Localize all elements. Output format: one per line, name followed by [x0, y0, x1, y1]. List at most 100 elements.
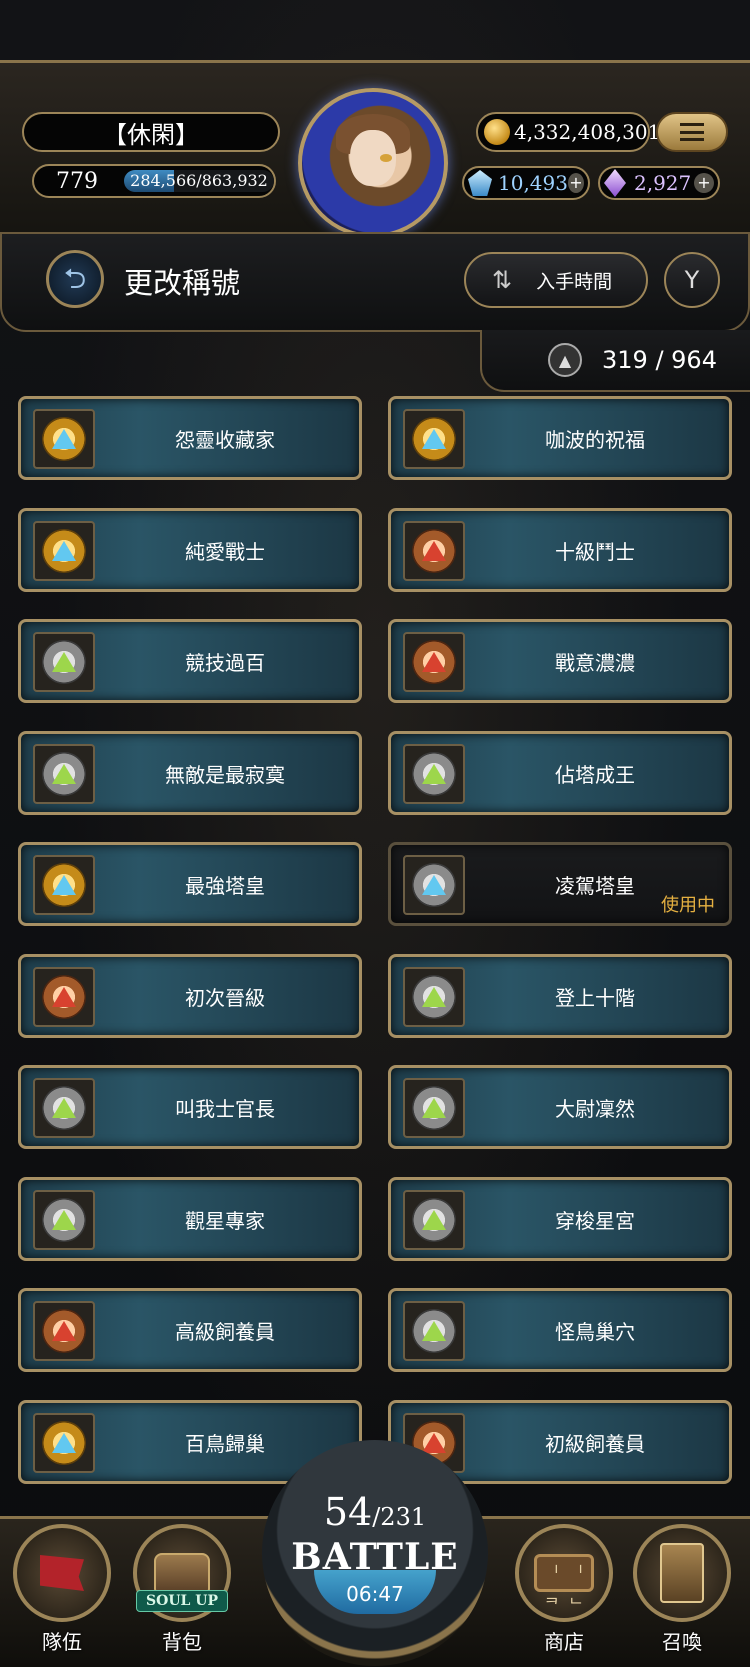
gold-amount: 4,332,408,301	[514, 120, 661, 144]
title-name: 純愛戰士	[185, 539, 265, 564]
soul-up-badge: SOUL UP	[136, 1590, 228, 1612]
team-button[interactable]	[13, 1524, 111, 1622]
title-card[interactable]: 登上十階	[388, 954, 732, 1038]
gold-emblem-icon	[42, 529, 86, 573]
title-name: 穿梭星宮	[555, 1208, 635, 1233]
title-card[interactable]: 穿梭星宮	[388, 1177, 732, 1261]
blue-triangle-gem-icon	[52, 429, 76, 449]
title-badge	[403, 521, 465, 581]
green-triangle-gem-icon	[422, 987, 446, 1007]
shop-button[interactable]: ᅵ ᅵ ᄏ ᄂ	[515, 1524, 613, 1622]
filter-icon: Y	[684, 266, 700, 294]
title-card[interactable]: 叫我士官長	[18, 1065, 362, 1149]
in-use-label: 使用中	[661, 895, 715, 916]
title-name: 咖波的祝福	[545, 427, 645, 452]
silver-emblem-icon	[42, 640, 86, 684]
red-triangle-gem-icon	[422, 1433, 446, 1453]
crystal-icon	[604, 169, 626, 197]
title-name: 無敵是最寂寞	[165, 762, 285, 787]
title-card[interactable]: 佔塔成王	[388, 731, 732, 815]
player-name: 【休閑】	[22, 112, 280, 152]
title-badge	[33, 855, 95, 915]
bronze-emblem-icon	[42, 1309, 86, 1353]
nav-team[interactable]: 隊伍	[8, 1524, 116, 1664]
title-card[interactable]: 觀星專家	[18, 1177, 362, 1261]
green-triangle-gem-icon	[52, 764, 76, 784]
gold-emblem-icon	[42, 1421, 86, 1465]
gem-counter[interactable]: 10,493 +	[462, 166, 590, 200]
title-emblem-icon: ▲	[548, 343, 582, 377]
gold-emblem-icon	[412, 417, 456, 461]
crystal-amount: 2,927	[634, 171, 692, 195]
title-name: 最強塔皇	[185, 873, 265, 898]
silver-emblem-icon	[412, 752, 456, 796]
title-card[interactable]: 十級鬥士	[388, 508, 732, 592]
hamburger-icon	[680, 123, 704, 141]
crystal-counter[interactable]: 2,927 +	[598, 166, 720, 200]
title-card[interactable]: 純愛戰士	[18, 508, 362, 592]
title-card[interactable]: 初次晉級	[18, 954, 362, 1038]
gold-counter: 4,332,408,301	[476, 112, 660, 152]
plus-icon[interactable]: +	[694, 173, 714, 193]
title-badge	[403, 967, 465, 1027]
gold-emblem-icon	[42, 417, 86, 461]
menu-button[interactable]	[656, 112, 728, 152]
blue-triangle-gem-icon	[52, 875, 76, 895]
stamina-max: /231	[372, 1503, 427, 1531]
nav-team-label: 隊伍	[42, 1630, 82, 1654]
silver-emblem-icon	[412, 863, 456, 907]
gem-amount: 10,493	[498, 171, 568, 195]
title-card[interactable]: 咖波的祝福	[388, 396, 732, 480]
title-name: 觀星專家	[185, 1208, 265, 1233]
nav-shop-label: 商店	[544, 1630, 584, 1654]
title-badge	[33, 1301, 95, 1361]
title-badge	[403, 1301, 465, 1361]
silver-emblem-icon	[412, 975, 456, 1019]
title-badge	[33, 632, 95, 692]
page-title: 更改稱號	[124, 266, 241, 300]
green-triangle-gem-icon	[52, 652, 76, 672]
title-card[interactable]: 戰意濃濃	[388, 619, 732, 703]
filter-button[interactable]: Y	[664, 252, 720, 308]
battle-button[interactable]: 54/231 BATTLE 06:47	[262, 1440, 488, 1666]
title-badge	[403, 1190, 465, 1250]
nav-bag[interactable]: SOUL UP 背包	[128, 1524, 236, 1664]
summon-button[interactable]	[633, 1524, 731, 1622]
title-count: ▲ 319 / 964	[480, 330, 750, 392]
title-card[interactable]: 大尉凜然	[388, 1065, 732, 1149]
title-card[interactable]: 凌駕塔皇 使用中	[388, 842, 732, 926]
back-button[interactable]: ⮌	[46, 250, 104, 308]
nav-summon-label: 召喚	[662, 1630, 702, 1654]
title-badge	[33, 521, 95, 581]
bronze-emblem-icon	[42, 975, 86, 1019]
title-badge	[33, 409, 95, 469]
red-triangle-gem-icon	[422, 541, 446, 561]
flag-icon	[40, 1555, 84, 1591]
player-level: 779	[56, 168, 98, 194]
title-card[interactable]: 最強塔皇	[18, 842, 362, 926]
title-badge	[403, 855, 465, 915]
player-avatar[interactable]	[298, 88, 448, 238]
sort-button[interactable]: ⇅ 入手時間	[464, 252, 648, 308]
level-exp-bar: 779 284,566/863,932	[32, 164, 276, 198]
stamina-display: 54/231	[262, 1490, 488, 1534]
green-triangle-gem-icon	[52, 1210, 76, 1230]
title-card[interactable]: 怨靈收藏家	[18, 396, 362, 480]
sort-icon: ⇅	[492, 266, 513, 294]
green-triangle-gem-icon	[422, 764, 446, 784]
title-count-text: 319 / 964	[602, 346, 717, 374]
title-card[interactable]: 高級飼養員	[18, 1288, 362, 1372]
silver-emblem-icon	[412, 1198, 456, 1242]
exp-text: 284,566/863,932	[130, 171, 268, 190]
title-card[interactable]: 怪鳥巢穴	[388, 1288, 732, 1372]
title-badge	[403, 409, 465, 469]
green-triangle-gem-icon	[422, 1321, 446, 1341]
plus-icon[interactable]: +	[567, 173, 584, 193]
nav-bag-label: 背包	[162, 1630, 202, 1654]
green-triangle-gem-icon	[422, 1210, 446, 1230]
title-name: 高級飼養員	[175, 1319, 275, 1344]
nav-summon[interactable]: 召喚	[628, 1524, 736, 1664]
title-card[interactable]: 無敵是最寂寞	[18, 731, 362, 815]
nav-shop[interactable]: ᅵ ᅵ ᄏ ᄂ 商店	[510, 1524, 618, 1664]
title-card[interactable]: 競技過百	[18, 619, 362, 703]
